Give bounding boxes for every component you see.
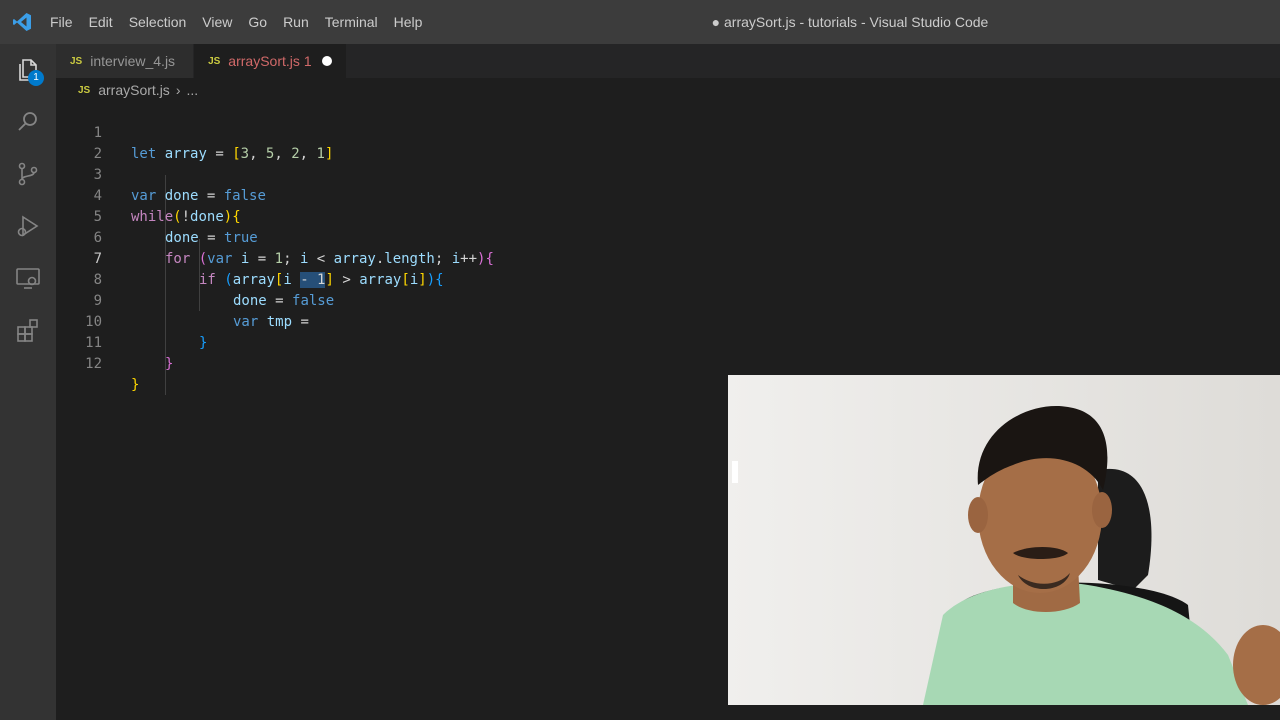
code-line: 10 }	[56, 291, 656, 351]
unsaved-dot-icon[interactable]	[321, 56, 332, 66]
menu-go[interactable]: Go	[240, 0, 275, 44]
files-icon[interactable]: 1	[0, 44, 56, 96]
code-line: 2	[56, 123, 656, 162]
code-line-current: 7 if (array[i - 1] > array[i]){	[56, 228, 656, 288]
line-code: }	[131, 377, 140, 393]
menu-terminal[interactable]: Terminal	[317, 0, 386, 44]
webcam-overlay	[728, 375, 1280, 705]
js-file-icon: JS	[208, 55, 221, 67]
menu-edit[interactable]: Edit	[81, 0, 121, 44]
title-bar: File Edit Selection View Go Run Terminal…	[0, 0, 1280, 44]
breadcrumb-file[interactable]: arraySort.js	[98, 82, 170, 98]
code-line: 4 while(!done){	[56, 165, 656, 225]
editor-tabs: JS interview_4.js JS arraySort.js 1	[56, 44, 1280, 78]
remote-explorer-icon[interactable]	[0, 252, 56, 304]
menu-help[interactable]: Help	[386, 0, 431, 44]
tab-label: interview_4.js	[90, 53, 176, 69]
js-file-icon: JS	[70, 55, 83, 67]
extensions-icon[interactable]	[0, 304, 56, 356]
menu-view[interactable]: View	[194, 0, 240, 44]
menu-run[interactable]: Run	[275, 0, 317, 44]
search-icon[interactable]	[0, 96, 56, 148]
code-line: 3 var done = false	[56, 144, 656, 204]
tab-interview-4[interactable]: JS interview_4.js	[56, 44, 195, 78]
menu-bar: File Edit Selection View Go Run Terminal…	[44, 0, 430, 44]
code-line: 5 done = true	[56, 186, 656, 246]
chevron-right-icon: ›	[175, 82, 181, 98]
problems-count: 1	[303, 53, 312, 69]
presenter-video-image	[728, 375, 1280, 705]
code-line: 1 let array = [3, 5, 2, 1]	[56, 102, 656, 162]
activity-bar: 1	[0, 44, 56, 720]
menu-selection[interactable]: Selection	[121, 0, 195, 44]
line-code: }	[165, 356, 174, 372]
run-debug-icon[interactable]	[0, 200, 56, 252]
tab-label: arraySort.js	[228, 53, 300, 69]
code-line: 8 done = false	[56, 249, 656, 309]
breadcrumb: JS arraySort.js › ...	[56, 78, 1280, 102]
tab-arraysort[interactable]: JS arraySort.js 1	[194, 44, 347, 78]
menu-file[interactable]: File	[44, 0, 81, 44]
code-line: 9 var tmp =	[56, 270, 656, 330]
code-line: 6 for (var i = 1; i < array.length; i++)…	[56, 207, 656, 267]
line-number: 12	[85, 356, 102, 372]
code-line: 12 }	[56, 333, 656, 393]
vscode-logo-icon	[0, 0, 44, 44]
breadcrumb-symbol[interactable]: ...	[186, 82, 198, 98]
js-file-icon: JS	[78, 84, 91, 96]
source-control-icon[interactable]	[0, 148, 56, 200]
code-line: 11 }	[56, 312, 656, 372]
explorer-badge: 1	[28, 70, 44, 86]
